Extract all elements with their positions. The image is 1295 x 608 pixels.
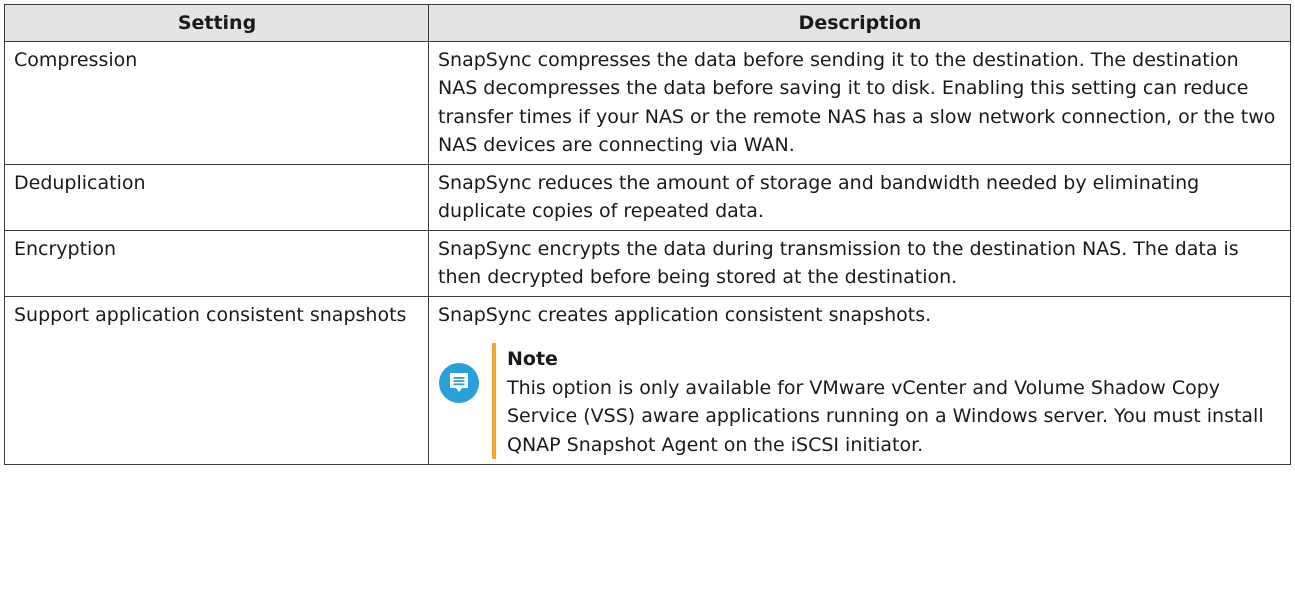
- setting-column-header: Setting: [4, 4, 429, 42]
- table-header-row: Setting Description: [4, 4, 1291, 42]
- description-text: SnapSync creates application consistent …: [438, 303, 932, 326]
- description-column-header: Description: [428, 4, 1291, 42]
- description-cell-encryption: SnapSync encrypts the data during transm…: [428, 229, 1291, 297]
- setting-cell-encryption: Encryption: [4, 229, 429, 297]
- description-cell-deduplication: SnapSync reduces the amount of storage a…: [428, 163, 1291, 231]
- note-callout: Note This option is only available for V…: [438, 343, 1282, 459]
- note-title: Note: [507, 348, 558, 370]
- table-row: Encryption SnapSync encrypts the data du…: [4, 229, 1291, 297]
- description-cell-compression: SnapSync compresses the data before send…: [428, 40, 1291, 165]
- table-row: Compression SnapSync compresses the data…: [4, 40, 1291, 165]
- setting-cell-app-consistent-snapshots: Support application consistent snapshots: [4, 295, 429, 465]
- note-body: Note This option is only available for V…: [496, 343, 1282, 459]
- description-cell-app-consistent-snapshots: SnapSync creates application consistent …: [428, 295, 1291, 465]
- table-row: Deduplication SnapSync reduces the amoun…: [4, 163, 1291, 231]
- note-text: This option is only available for VMware…: [507, 376, 1264, 456]
- setting-cell-compression: Compression: [4, 40, 429, 165]
- setting-cell-deduplication: Deduplication: [4, 163, 429, 231]
- note-icon: [439, 363, 479, 403]
- table-row: Support application consistent snapshots…: [4, 295, 1291, 465]
- settings-table: Setting Description Compression SnapSync…: [4, 4, 1291, 465]
